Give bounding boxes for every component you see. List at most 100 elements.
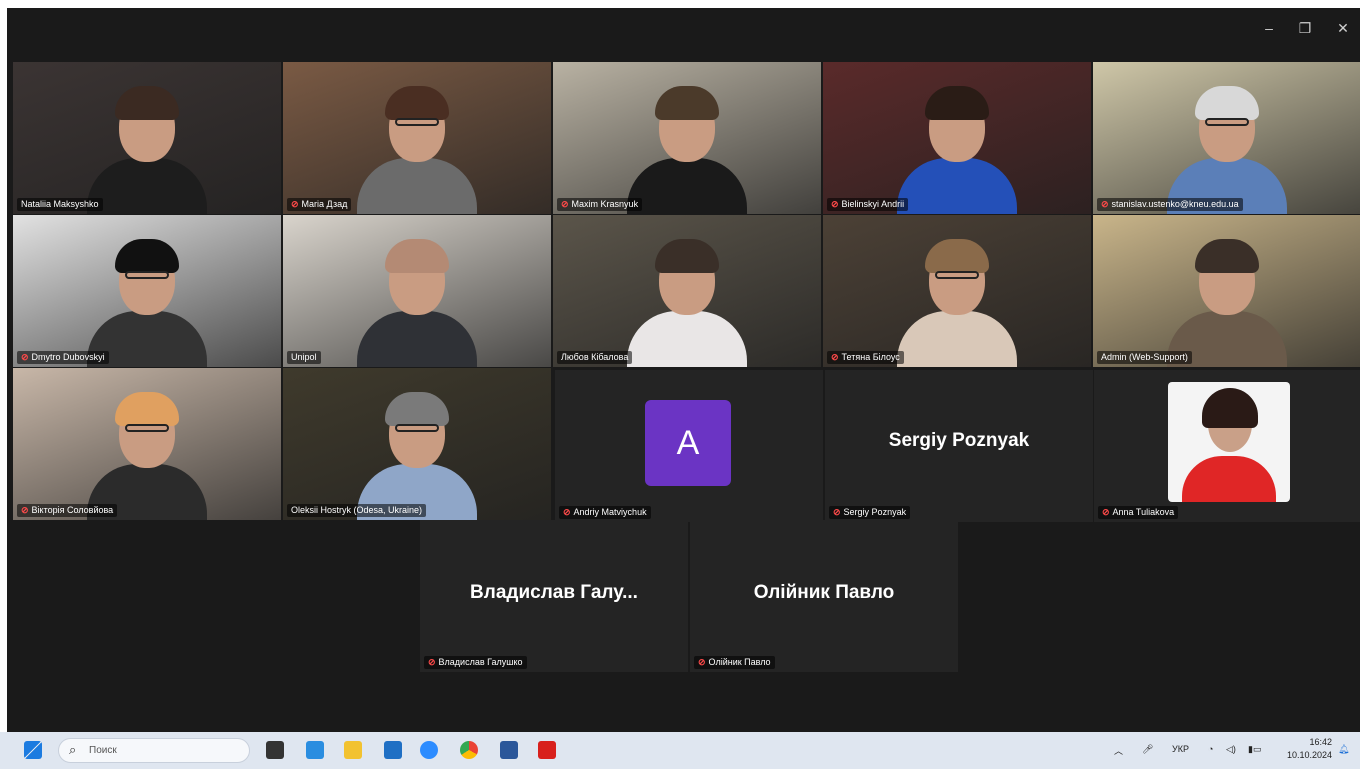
participant-name-label: ⊘ Sergiy Poznyak <box>829 506 911 519</box>
participant-body <box>897 158 1017 214</box>
microphone-icon[interactable]: 🎤︎ <box>1142 744 1153 755</box>
participant-body <box>627 311 747 367</box>
participant-video-feed <box>897 227 1017 367</box>
participant-display-name: Олійник Павло <box>753 582 895 603</box>
participant-name-label: ⊘ stanislav.ustenko@kneu.edu.ua <box>1097 198 1243 211</box>
participant-video-tile[interactable]: Любов Кібалова <box>553 215 821 367</box>
participant-name-label: Admin (Web-Support) <box>1097 351 1192 364</box>
participant-body <box>87 158 207 214</box>
participant-profile-photo <box>1168 382 1290 502</box>
volume-icon[interactable]: ◁) <box>1226 744 1236 755</box>
participant-name-label: ⊘ Andriy Matviychuk <box>559 506 651 519</box>
minimize-button[interactable]: – <box>1257 18 1281 38</box>
battery-icon[interactable]: ▮▭ <box>1248 744 1261 755</box>
zoom-icon[interactable] <box>420 741 438 759</box>
participant-name-label: ⊘ Тетяна Білоус <box>827 351 904 364</box>
taskbar-search-box[interactable]: ⌕ Поиск <box>58 738 250 763</box>
participant-video-feed <box>357 380 477 520</box>
participant-video-tile[interactable]: ⊘ Maria Дзад <box>283 62 551 214</box>
muted-mic-icon: ⊘ <box>563 507 571 517</box>
chrome-icon[interactable] <box>460 741 478 759</box>
muted-mic-icon: ⊘ <box>833 507 841 517</box>
participant-hair <box>655 239 719 273</box>
participant-video-feed <box>627 74 747 214</box>
glasses <box>395 424 439 432</box>
participant-video-feed <box>1167 74 1287 214</box>
glasses <box>935 271 979 279</box>
wifi-icon[interactable]: ◔ <box>1208 744 1213 754</box>
file-explorer-icon[interactable] <box>344 741 362 759</box>
muted-mic-icon: ⊘ <box>831 352 839 362</box>
participant-video-feed <box>357 227 477 367</box>
participant-video-tile[interactable]: Admin (Web-Support) <box>1093 215 1360 367</box>
clock-date: 10.10.2024 <box>1286 750 1332 760</box>
muted-mic-icon: ⊘ <box>831 199 839 209</box>
clock-time: 16:42 <box>1309 737 1332 747</box>
participant-hair <box>385 239 449 273</box>
tray-chevron-icon[interactable]: ︿ <box>1114 744 1123 757</box>
participant-body <box>357 158 477 214</box>
participant-video-tile[interactable]: ⊘ Dmytro Dubovskyi <box>13 215 281 367</box>
participant-name-label: ⊘ Maria Дзад <box>287 198 352 211</box>
participant-name-label: ⊘ Bielinskyi Andrii <box>827 198 909 211</box>
glasses <box>395 118 439 126</box>
participant-hair <box>925 86 989 120</box>
muted-mic-icon: ⊘ <box>698 657 706 667</box>
muted-mic-icon: ⊘ <box>21 352 29 362</box>
participant-hair <box>1195 239 1259 273</box>
notification-bell-icon[interactable]: 🔔︎ <box>1338 744 1349 755</box>
participant-initial-avatar: A <box>645 400 731 486</box>
participant-hair <box>115 86 179 120</box>
participant-video-feed <box>87 227 207 367</box>
participant-video-tile[interactable]: ⊘ Тетяна Білоус <box>823 215 1091 367</box>
participant-tile[interactable]: Владислав Галу... ⊘ Владислав Галушко <box>420 520 688 672</box>
acrobat-icon[interactable] <box>538 741 556 759</box>
participant-video-tile[interactable]: Unipol <box>283 215 551 367</box>
glasses <box>1205 118 1249 126</box>
participant-hair <box>385 392 449 426</box>
participant-tile[interactable]: Sergiy Poznyak ⊘ Sergiy Poznyak <box>825 370 1093 522</box>
close-button[interactable]: ✕ <box>1331 18 1355 38</box>
start-button-icon[interactable] <box>24 741 42 759</box>
system-clock[interactable]: 16:42 10.10.2024 <box>1276 736 1332 762</box>
windows-taskbar: ⌕ Поиск ︿ 🎤︎ УКР ◔ ◁) ▮▭ 16:42 10.10.202… <box>0 732 1360 769</box>
glasses <box>125 424 169 432</box>
language-indicator[interactable]: УКР <box>1172 744 1189 754</box>
word-icon[interactable] <box>500 741 518 759</box>
participant-video-feed <box>357 74 477 214</box>
participant-name-label: ⊘ Maxim Krasnyuk <box>557 198 643 211</box>
participant-name-label: Oleksii Hostryk (Odesa, Ukraine) <box>287 504 427 517</box>
participant-video-tile[interactable]: ⊘ Maxim Krasnyuk <box>553 62 821 214</box>
store-icon[interactable] <box>384 741 402 759</box>
participant-video-tile[interactable]: ⊘ Вікторія Соловйова <box>13 368 281 520</box>
participant-name-label: ⊘ Владислав Галушко <box>424 656 527 669</box>
restore-button[interactable]: ❐ <box>1293 18 1317 38</box>
participant-video-tile[interactable]: Nataliia Maksyshko <box>13 62 281 214</box>
task-view-icon[interactable] <box>266 741 284 759</box>
muted-mic-icon: ⊘ <box>21 505 29 515</box>
participant-video-tile[interactable]: ⊘ Bielinskyi Andrii <box>823 62 1091 214</box>
muted-mic-icon: ⊘ <box>561 199 569 209</box>
participant-tile[interactable]: Олійник Павло ⊘ Олійник Павло <box>690 520 958 672</box>
participant-name-label: ⊘ Вікторія Соловйова <box>17 504 118 517</box>
participant-body <box>357 311 477 367</box>
participant-body <box>897 311 1017 367</box>
muted-mic-icon: ⊘ <box>291 199 299 209</box>
participant-video-feed <box>627 227 747 367</box>
participant-video-feed <box>87 74 207 214</box>
participant-video-tile[interactable]: Oleksii Hostryk (Odesa, Ukraine) <box>283 368 551 520</box>
participant-video-tile[interactable]: ⊘ stanislav.ustenko@kneu.edu.ua <box>1093 62 1360 214</box>
widgets-icon[interactable] <box>306 741 324 759</box>
muted-mic-icon: ⊘ <box>1102 507 1110 517</box>
participant-name-label: Nataliia Maksyshko <box>17 198 103 211</box>
glasses <box>125 271 169 279</box>
participant-tile[interactable]: A ⊘ Andriy Matviychuk <box>555 370 823 522</box>
muted-mic-icon: ⊘ <box>428 657 436 667</box>
participant-name-label: ⊘ Dmytro Dubovskyi <box>17 351 109 364</box>
participant-name-label: Unipol <box>287 351 321 364</box>
participant-video-feed <box>87 380 207 520</box>
muted-mic-icon: ⊘ <box>1101 199 1109 209</box>
participant-hair <box>385 86 449 120</box>
participant-display-name: Sergiy Poznyak <box>888 430 1030 451</box>
participant-tile[interactable]: ⊘ Anna Tuliakova <box>1094 370 1360 522</box>
